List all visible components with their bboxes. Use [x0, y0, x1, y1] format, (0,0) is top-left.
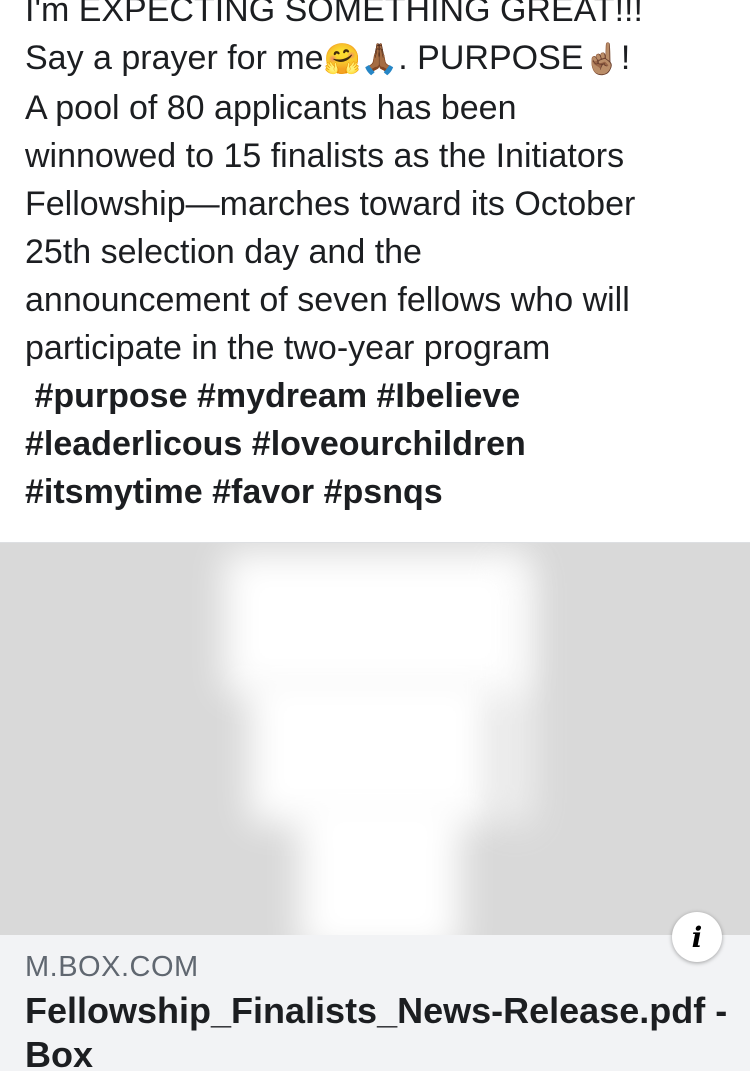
hashtag-link[interactable]: #loveourchildren — [252, 425, 526, 463]
post-line: winnowed to 15 finalists as the Initiato… — [25, 137, 625, 175]
info-icon: i — [691, 920, 703, 954]
hashtag-link[interactable]: #leaderlicous — [25, 425, 242, 463]
preview-footer[interactable]: M.BOX.COM Fellowship_Finalists_News-Rele… — [0, 935, 750, 1075]
post-line: A pool of 80 applicants has been — [25, 89, 517, 127]
hugging-face-emoji: 🤗 — [323, 42, 361, 77]
hashtag-link[interactable]: #itsmytime — [25, 473, 203, 511]
blurred-document-shape — [500, 563, 530, 823]
post-line: announcement of seven fellows who will — [25, 281, 630, 319]
post-line: participate in the two-year program — [25, 329, 551, 367]
hashtag-link[interactable]: #psnqs — [324, 473, 443, 511]
post-line: Fellowship—marches toward its October — [25, 185, 636, 223]
info-button[interactable]: i — [672, 912, 722, 962]
post-line: I'm EXPECTING SOMETHING GREAT!!! — [25, 0, 643, 29]
hashtag-line: #purpose #mydream #Ibelieve — [25, 372, 725, 420]
hashtag-list: #purpose #mydream #Ibelieve #leaderlicou… — [25, 372, 725, 516]
link-domain: M.BOX.COM — [25, 951, 199, 983]
link-title[interactable]: Fellowship_Finalists_News-Release.pdf - … — [25, 989, 735, 1077]
pointing-up-emoji: ☝🏽 — [583, 42, 621, 77]
hashtag-link[interactable]: #mydream — [197, 377, 367, 415]
post-line: 25th selection day and the — [25, 233, 422, 271]
blurred-document-shape — [225, 553, 525, 693]
praying-hands-emoji: 🙏🏾 — [360, 42, 399, 77]
link-preview-card[interactable]: M.BOX.COM Fellowship_Finalists_News-Rele… — [0, 542, 750, 1075]
hashtag-link[interactable]: #Ibelieve — [377, 377, 521, 415]
hashtag-link[interactable]: #purpose — [34, 377, 187, 415]
exclamation-text: ! — [620, 39, 631, 77]
preview-image[interactable] — [0, 543, 750, 935]
post-text: I'm EXPECTING SOMETHING GREAT!!! Say a p… — [25, 0, 725, 516]
hashtag-line: #itsmytime #favor #psnqs — [25, 468, 725, 516]
hashtag-line: #leaderlicous #loveourchildren — [25, 420, 725, 468]
prayer-text: Say a prayer for me — [25, 39, 324, 77]
hashtag-link[interactable]: #favor — [212, 473, 314, 511]
purpose-text: . PURPOSE — [398, 39, 584, 77]
prayer-line: Say a prayer for me🤗🙏🏾. PURPOSE☝🏽! — [25, 34, 725, 84]
blurred-document-shape — [300, 793, 460, 935]
